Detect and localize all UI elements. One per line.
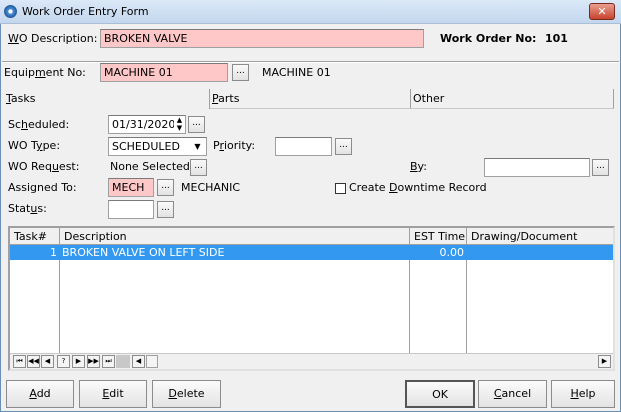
assigned-to-label: Assigned To: xyxy=(8,181,77,194)
column-divider xyxy=(59,245,60,353)
scheduled-label: Scheduled: xyxy=(8,118,70,131)
column-header-task[interactable]: Task# xyxy=(10,228,60,245)
equipment-label: Equipment No: xyxy=(4,66,86,79)
work-order-no-label: Work Order No: xyxy=(440,32,537,45)
table-row[interactable]: 1 BROKEN VALVE ON LEFT SIDE 0.00 xyxy=(10,245,613,260)
downtime-label[interactable]: Create Downtime Record xyxy=(349,181,487,194)
window-title: Work Order Entry Form xyxy=(22,5,149,18)
priority-label: Priority: xyxy=(213,139,256,152)
tab-parts[interactable]: Parts xyxy=(210,89,411,109)
scrollbar-thumb[interactable] xyxy=(146,355,158,368)
first-record-button[interactable]: ⏮ xyxy=(13,355,26,368)
add-button[interactable]: Add xyxy=(6,380,74,408)
equipment-input[interactable]: MACHINE 01 xyxy=(100,63,228,82)
tab-other[interactable]: Other xyxy=(411,89,614,109)
column-divider xyxy=(466,245,467,353)
scheduled-lookup-button[interactable]: ... xyxy=(188,116,205,133)
app-icon xyxy=(4,5,17,18)
delete-button[interactable]: Delete xyxy=(152,380,221,408)
priority-input[interactable] xyxy=(275,137,332,156)
assigned-name: MECHANIC xyxy=(181,181,241,194)
priority-lookup-button[interactable]: ... xyxy=(335,138,352,155)
work-order-no-value: 101 xyxy=(545,32,568,45)
title-bar[interactable]: Work Order Entry Form ✕ xyxy=(0,0,621,24)
wo-request-lookup-button[interactable]: ... xyxy=(190,159,207,176)
cancel-button[interactable]: Cancel xyxy=(478,380,547,408)
ok-button[interactable]: OK xyxy=(405,380,475,408)
date-spinner[interactable]: ▲ ▼ xyxy=(174,116,185,133)
task-description: BROKEN VALVE ON LEFT SIDE xyxy=(62,246,225,259)
divider xyxy=(2,61,619,63)
assigned-to-input[interactable]: MECH xyxy=(108,178,154,197)
grid-navigation-bar: ⏮ ◀◀ ◀ ? ▶ ▶▶ ⏭ ◀ ▶ xyxy=(10,353,613,369)
wo-type-label: WO Type: xyxy=(8,139,61,152)
tasks-grid[interactable]: Task# Description EST Time Drawing/Docum… xyxy=(8,226,615,371)
scroll-track xyxy=(116,355,130,368)
by-lookup-button[interactable]: ... xyxy=(592,159,609,176)
assigned-lookup-button[interactable]: ... xyxy=(157,179,174,196)
column-divider xyxy=(409,245,410,353)
by-input[interactable] xyxy=(484,158,590,177)
wo-request-label: WO Request: xyxy=(8,160,80,173)
status-input[interactable] xyxy=(108,200,154,219)
wo-request-value: None Selected xyxy=(110,160,190,173)
tab-tasks[interactable]: Tasks xyxy=(4,89,210,109)
by-label: By: xyxy=(410,160,427,173)
scroll-right-button[interactable]: ▶ xyxy=(598,355,611,368)
column-header-description[interactable]: Description xyxy=(60,228,410,245)
equipment-lookup-button[interactable]: ... xyxy=(232,64,249,81)
edit-button[interactable]: Edit xyxy=(79,380,147,408)
next-page-button[interactable]: ▶▶ xyxy=(87,355,100,368)
previous-page-button[interactable]: ◀◀ xyxy=(27,355,40,368)
task-est-time: 0.00 xyxy=(439,246,465,259)
close-button[interactable]: ✕ xyxy=(589,3,615,20)
column-header-est-time[interactable]: EST Time xyxy=(410,228,467,245)
next-record-button[interactable]: ▶ xyxy=(72,355,85,368)
column-header-drawing[interactable]: Drawing/Document xyxy=(467,228,613,245)
record-help-button[interactable]: ? xyxy=(57,355,70,368)
task-number: 1 xyxy=(50,246,57,259)
previous-record-button[interactable]: ◀ xyxy=(41,355,54,368)
equipment-name: MACHINE 01 xyxy=(262,66,331,79)
help-button[interactable]: Help xyxy=(551,380,615,408)
last-record-button[interactable]: ⏭ xyxy=(102,355,115,368)
wo-description-label: WO Description: xyxy=(8,32,98,45)
status-label: Status: xyxy=(8,202,47,215)
chevron-down-icon[interactable]: ▼ xyxy=(190,139,205,154)
downtime-checkbox[interactable] xyxy=(335,183,346,194)
status-lookup-button[interactable]: ... xyxy=(157,201,174,218)
scroll-left-button[interactable]: ◀ xyxy=(132,355,145,368)
wo-description-input[interactable]: BROKEN VALVE xyxy=(100,29,424,48)
